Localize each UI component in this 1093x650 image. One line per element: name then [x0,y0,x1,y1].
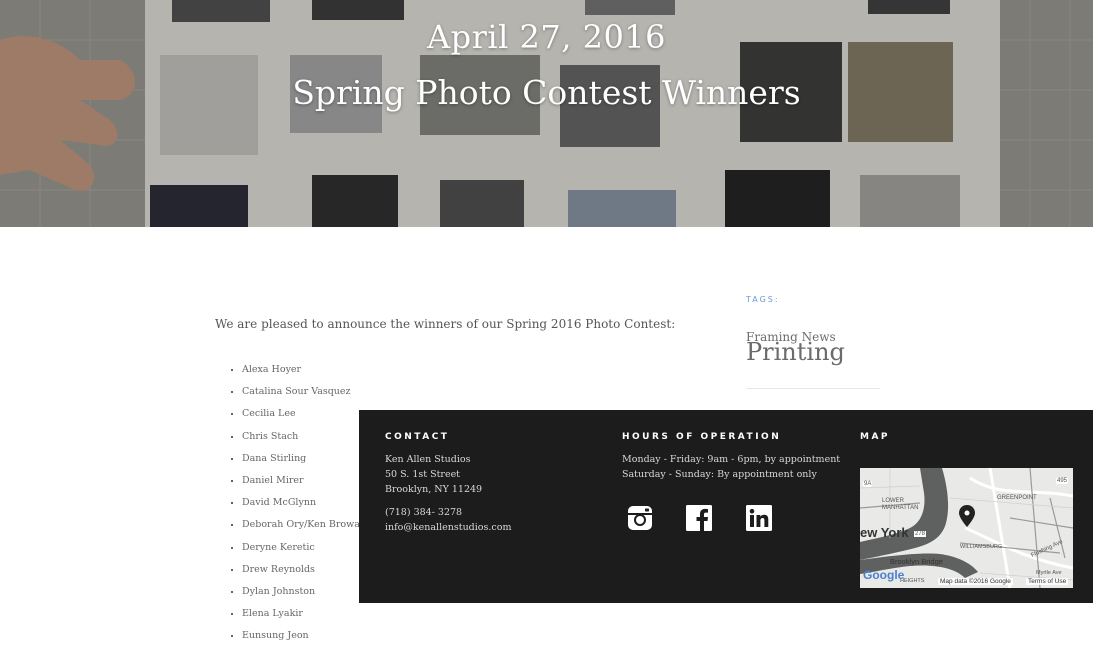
lower-manhattan-label: LOWER MANHATTAN [882,498,919,511]
hero-banner: April 27, 2016 Spring Photo Contest Winn… [0,0,1093,227]
list-item: Eunsung Jeon [242,628,364,650]
contact-heading: CONTACT [385,432,450,442]
list-item: Dylan Johnston [242,584,364,606]
facebook-icon[interactable] [686,505,712,531]
city-address: Brooklyn, NY 11249 [385,484,483,495]
route-278-label: 278 [914,531,927,537]
list-item: Cecilia Lee [242,406,364,428]
street-address: 50 S. 1st Street [385,469,461,480]
linkedin-icon[interactable] [746,505,772,531]
list-item: Chris Stach [242,429,364,451]
winners-list: Alexa Hoyer Catalina Sour Vasquez Cecili… [226,362,364,650]
email-link[interactable]: info@kenallenstudios.com [385,520,511,535]
map-heading: MAP [860,432,891,442]
site-footer: CONTACT Ken Allen Studios 50 S. 1st Stre… [359,410,1093,603]
tags-label: TAGS: [746,295,780,304]
hours-heading: HOURS OF OPERATION [622,432,782,442]
hours-weekday: Monday - Friday: 9am - 6pm, by appointme… [622,454,841,465]
myrtle-ave-label: Myrtle Ave [1036,570,1062,576]
new-york-label: ew York [860,525,909,540]
list-item: Alexa Hoyer [242,362,364,384]
williamsburg-label: WILLIAMSBURG [960,544,1003,550]
list-item: Deryne Keretic [242,540,364,562]
route-495-label: 495 [1056,478,1069,484]
list-item: Drew Reynolds [242,562,364,584]
intro-text: We are pleased to announce the winners o… [215,317,676,331]
post-date: April 27, 2016 [426,18,667,56]
google-logo: Google [863,568,905,582]
terms-of-use-link[interactable]: Terms of Use [1026,578,1069,585]
brooklyn-bridge-label: Brooklyn Bridge [890,557,943,566]
phone-number[interactable]: (718) 384- 3278 [385,505,462,520]
list-item: Catalina Sour Vasquez [242,384,364,406]
greenpoint-label: GREENPOINT [997,495,1037,501]
map-data-attribution: Map data ©2016 Google [938,578,1013,585]
hours-weekend: Saturday - Sunday: By appointment only [622,469,817,480]
list-item: Elena Lyakir [242,606,364,628]
list-item: David McGlynn [242,495,364,517]
post-title: Spring Photo Contest Winners [292,73,801,112]
list-item: Dana Stirling [242,451,364,473]
instagram-icon[interactable] [627,505,653,531]
location-map[interactable]: 9A 495 LOWER MANHATTAN GREENPOINT ew Yor… [860,468,1073,588]
list-item: Deborah Ory/Ken Browar [242,517,364,539]
divider [746,388,880,389]
route-9a-label: 9A [863,481,873,487]
tag-link-printing[interactable]: Printing [746,338,845,366]
studio-name: Ken Allen Studios [385,454,471,465]
list-item: Daniel Mirer [242,473,364,495]
